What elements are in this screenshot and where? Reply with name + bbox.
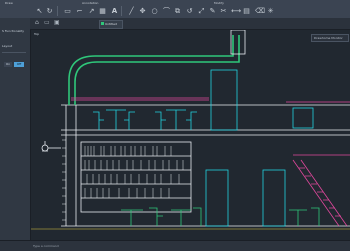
copy-icon[interactable]: ⧉ (174, 8, 181, 15)
upper-cabinet (292, 107, 314, 129)
cad-drawing (31, 30, 350, 230)
drawing-tab-icon (101, 22, 104, 25)
explode-icon[interactable]: ✳ (267, 8, 274, 15)
ribbon-separator (57, 6, 58, 16)
ribbon-label-draw[interactable]: Draw (5, 1, 13, 5)
command-prompt[interactable]: Type a command (33, 244, 59, 248)
trim-icon[interactable]: ✂ (220, 8, 227, 15)
sidebar-layout-label: Layout (2, 44, 13, 48)
books (84, 146, 184, 198)
ribbon-separator (121, 6, 122, 16)
redo-icon[interactable]: ↻ (46, 8, 53, 15)
sidebar-functionality-label: S Functionality (2, 29, 25, 33)
pencil-icon[interactable]: ✎ (209, 8, 216, 15)
sidebar-off-button[interactable]: Off (14, 62, 24, 67)
upper-furniture (93, 109, 197, 130)
left-dimension-ticks (62, 139, 66, 221)
save-icon[interactable]: ▣ (54, 19, 60, 26)
polyline-icon[interactable]: ⌒ (163, 8, 170, 15)
wall-lamp (41, 141, 61, 152)
line-icon[interactable]: ╱ (128, 8, 135, 15)
home-icon[interactable]: ⌂ (35, 19, 39, 26)
drawing-canvas[interactable]: Top Drawhome Monitor (31, 30, 350, 240)
erase-icon[interactable]: ⌫ (255, 8, 265, 15)
bookshelf-shelves (81, 155, 191, 199)
folder-icon[interactable]: ▭ (44, 19, 50, 26)
lower-door-2 (262, 169, 286, 227)
tab-drawing-label: Untitled (105, 22, 117, 26)
sidebar-on-button[interactable]: On (4, 62, 12, 67)
lower-furniture (121, 207, 320, 226)
ventilation-duct (68, 35, 234, 105)
mtext-icon[interactable]: ▭ (64, 8, 71, 15)
sidebar-divider (2, 52, 26, 53)
properties-sidebar: S Functionality Layout On Off (0, 18, 31, 250)
ribbon: Draw Annotation Modify ↖ ↻ ▭ ⌐ ↗ ▦ A ╱ ✥… (0, 0, 350, 19)
bookshelf (80, 141, 192, 213)
upper-door (210, 69, 238, 131)
array-icon[interactable]: ▤ (243, 8, 250, 15)
table-icon[interactable]: ▦ (99, 8, 106, 15)
pointer-icon[interactable]: ↖ (36, 8, 43, 15)
lower-door-1 (205, 169, 229, 227)
tab-drawing[interactable]: Untitled (99, 20, 123, 29)
leader-icon[interactable]: ⌐ (76, 8, 83, 15)
circle-icon[interactable]: ○ (151, 8, 158, 15)
scale-icon[interactable]: ⤢ (198, 8, 205, 15)
text-icon[interactable]: A (111, 8, 118, 15)
rotate-icon[interactable]: ↺ (186, 8, 193, 15)
ribbon-label-annotation[interactable]: Annotation (82, 1, 98, 5)
ribbon-label-modify[interactable]: Modify (214, 1, 224, 5)
dimension-icon[interactable]: ↗ (88, 8, 95, 15)
staircase (292, 159, 348, 227)
command-status-bar: Type a command (0, 240, 350, 251)
stretch-icon[interactable]: ⟷ (231, 8, 241, 15)
move-icon[interactable]: ✥ (139, 8, 146, 15)
document-tabbar: ⌂ ▭ ▣ Untitled (30, 18, 350, 30)
